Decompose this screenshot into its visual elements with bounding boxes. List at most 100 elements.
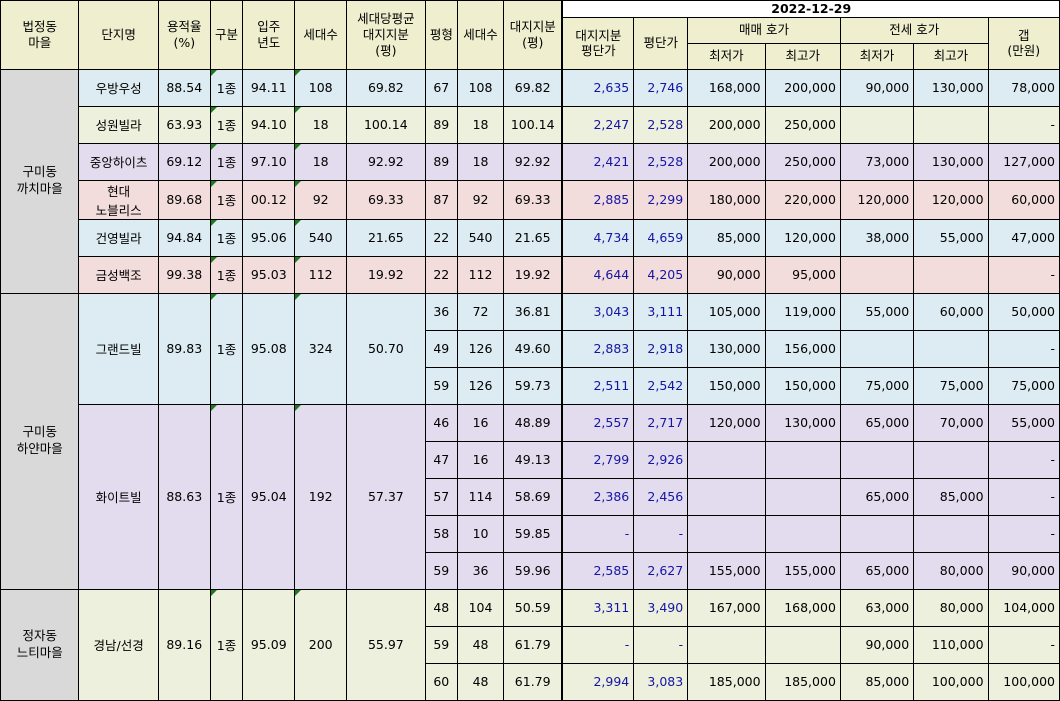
jeonse-min-cell: [839, 329, 915, 368]
sale-min-cell: 105,000: [687, 292, 766, 331]
sale-max-cell: 185,000: [764, 662, 841, 701]
far-cell: 63.93: [157, 105, 211, 144]
unit-households-cell: 36: [457, 551, 504, 590]
header-pyeong: 평형: [424, 0, 459, 70]
move-in-cell: 95.04: [242, 403, 296, 590]
land-share-cell: 61.79: [502, 625, 564, 664]
pyeong-cell: 36: [424, 292, 459, 331]
gap-cell: 104,000: [987, 588, 1060, 627]
land-share-cell: 58.69: [502, 477, 564, 516]
pyeong-price-cell: 2,542: [633, 366, 689, 405]
move-in-cell: 95.03: [242, 255, 296, 294]
header-region: 법정동 마을: [0, 0, 80, 70]
table-row: 구미동 하얀마을 그랜드빌 89.83 1종 95.08 324 50.70 36 72 36.8…: [0, 292, 1060, 590]
far-cell: 88.63: [157, 403, 211, 590]
region-cell: 정자동 느티마을: [0, 588, 80, 701]
land-share-cell: 59.85: [502, 514, 564, 553]
complex-name: 그랜드빌: [78, 292, 159, 405]
move-in-cell: 94.10: [242, 105, 296, 144]
land-share-cell: 48.89: [502, 403, 564, 442]
sale-min-cell: 185,000: [687, 662, 766, 701]
unit-households-cell: 48: [457, 625, 504, 664]
unit-households-cell: 126: [457, 329, 504, 368]
gap-cell: 75,000: [987, 366, 1060, 405]
move-in-cell: 97.10: [242, 142, 296, 181]
table-row: 중앙하이츠 69.12 1종 97.10 18 92.92 89 18 92.92 2,421 2,…: [1, 142, 1060, 181]
land-price-cell: 3,043: [561, 292, 635, 331]
sale-max-cell: 155,000: [764, 551, 841, 590]
households-cell: 192: [294, 403, 348, 590]
header-complex: 단지명: [78, 0, 159, 70]
jeonse-min-cell: 90,000: [839, 68, 915, 107]
sale-max-cell: 119,000: [764, 292, 841, 331]
unit-households-cell: 18: [457, 105, 504, 144]
move-in-cell: 00.12: [242, 179, 296, 220]
land-price-cell: 2,635: [561, 68, 635, 107]
table-row: 정자동 느티마을 경남/선경 89.16 1종 95.09 200 55.97 48 104 50…: [0, 588, 1060, 701]
land-price-cell: 2,247: [561, 105, 635, 144]
zone-cell: 1종: [209, 218, 244, 257]
land-share-cell: 50.59: [502, 588, 564, 627]
gap-cell: 127,000: [987, 142, 1060, 181]
header-jeonse-min: 최저가: [839, 42, 915, 70]
sale-max-cell: 95,000: [764, 255, 841, 294]
sale-max-cell: 250,000: [764, 142, 841, 181]
jeonse-max-cell: 80,000: [913, 551, 989, 590]
sale-min-cell: 167,000: [687, 588, 766, 627]
move-in-cell: 95.08: [242, 292, 296, 405]
jeonse-min-cell: 63,000: [839, 588, 915, 627]
sale-max-cell: 130,000: [764, 403, 841, 442]
land-share-cell: 61.79: [502, 662, 564, 701]
jeonse-max-cell: [913, 255, 989, 294]
land-share-cell: 49.13: [502, 440, 564, 479]
households-cell: 108: [294, 68, 348, 107]
far-cell: 89.83: [157, 292, 211, 405]
jeonse-min-cell: [839, 105, 915, 144]
gap-cell: -: [987, 477, 1060, 516]
jeonse-min-cell: 90,000: [839, 625, 915, 664]
pyeong-price-cell: 2,299: [633, 179, 689, 220]
households-cell: 92: [294, 179, 348, 220]
zone-cell: 1종: [209, 68, 244, 107]
avg-land-cell: 69.33: [346, 179, 426, 220]
sale-min-cell: 120,000: [687, 403, 766, 442]
avg-land-cell: 50.70: [346, 292, 426, 405]
gap-cell: 78,000: [987, 68, 1060, 107]
sale-max-cell: [764, 514, 841, 553]
header-pyeong-price: 평단가: [633, 16, 689, 70]
land-share-cell: 59.73: [502, 366, 564, 405]
jeonse-min-cell: 120,000: [839, 179, 915, 220]
header-sale-min: 최저가: [687, 42, 766, 70]
complex-name: 성원빌라: [78, 105, 159, 144]
complex-name: 현대 노블리스: [78, 179, 159, 220]
pyeong-cell: 47: [424, 440, 459, 479]
pyeong-price-cell: -: [633, 514, 689, 553]
unit-households-cell: 48: [457, 662, 504, 701]
land-price-cell: 2,585: [561, 551, 635, 590]
land-price-cell: -: [561, 625, 635, 664]
zone-cell: 1종: [209, 292, 244, 405]
far-cell: 89.16: [157, 588, 211, 701]
zone-cell: 1종: [209, 255, 244, 294]
unit-households-cell: 112: [457, 255, 504, 294]
avg-land-cell: 92.92: [346, 142, 426, 181]
pyeong-price-cell: 2,717: [633, 403, 689, 442]
land-price-cell: 2,511: [561, 366, 635, 405]
complex-name: 중앙하이츠: [78, 142, 159, 181]
gap-cell: 47,000: [987, 218, 1060, 257]
gap-cell: -: [987, 440, 1060, 479]
gap-cell: -: [987, 514, 1060, 553]
complex-name: 건영빌라: [78, 218, 159, 257]
complex-name: 경남/선경: [78, 588, 159, 701]
sale-min-cell: 150,000: [687, 366, 766, 405]
avg-land-cell: 100.14: [346, 105, 426, 144]
avg-land-cell: 69.82: [346, 68, 426, 107]
header-date: 2022-12-29: [561, 0, 1060, 18]
header-sale: 매매 호가: [687, 16, 841, 44]
gap-cell: -: [987, 255, 1060, 294]
zone-cell: 1종: [209, 588, 244, 701]
unit-households-cell: 18: [457, 142, 504, 181]
land-share-cell: 49.60: [502, 329, 564, 368]
land-price-cell: 2,994: [561, 662, 635, 701]
header-gap: 갭 (만원): [987, 16, 1060, 70]
